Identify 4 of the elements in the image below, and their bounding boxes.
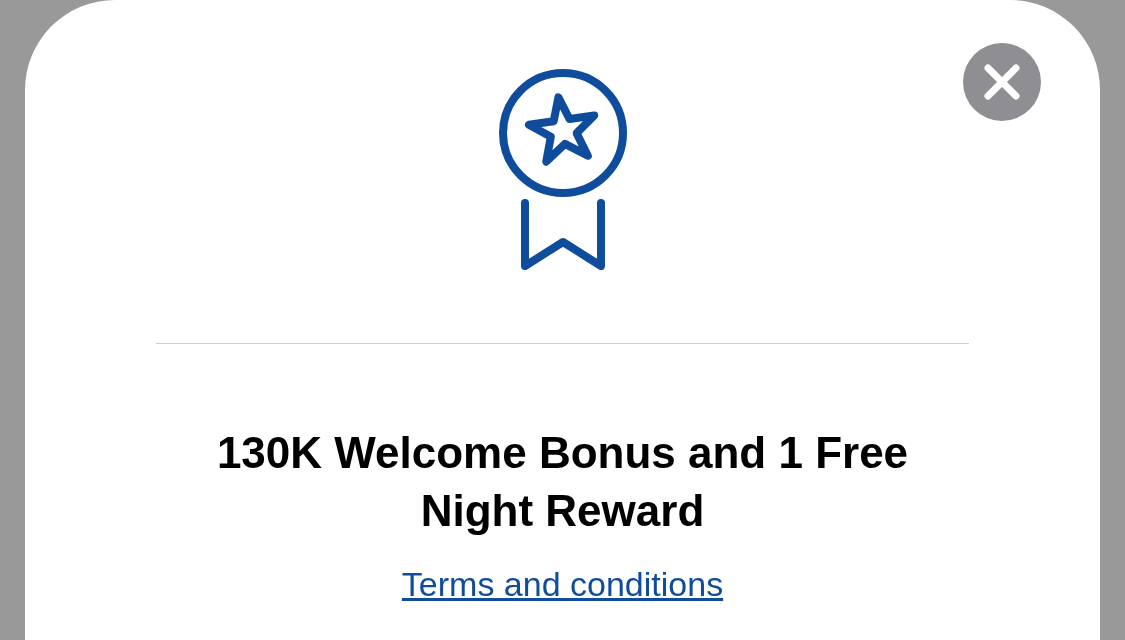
offer-title: 130K Welcome Bonus and 1 Free Night Reward [215,427,910,537]
terms-link[interactable]: Terms and conditions [401,565,724,604]
award-ribbon-icon [497,68,628,270]
close-icon [984,64,1020,100]
